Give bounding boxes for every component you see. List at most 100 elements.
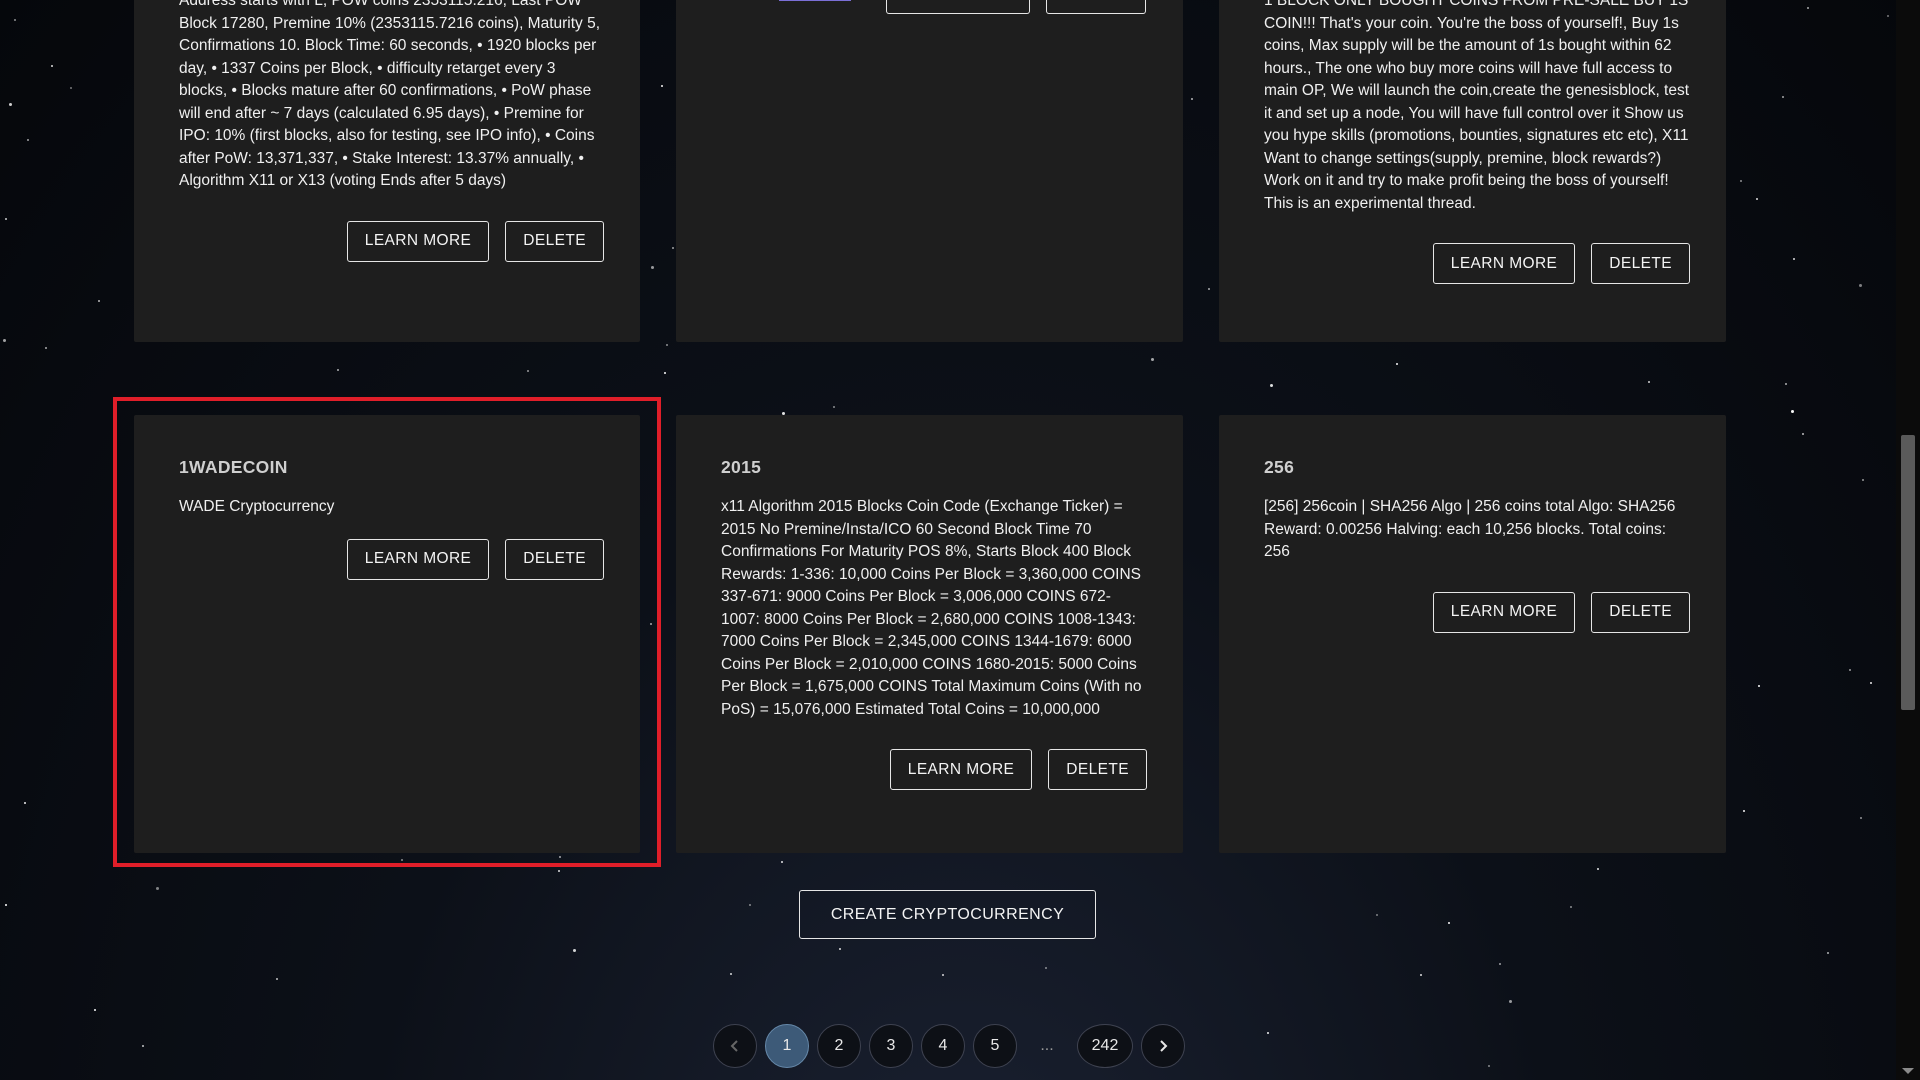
page-button-2[interactable]: 2 [817,1024,861,1068]
star [1793,258,1795,260]
star [276,978,278,980]
star [573,949,576,952]
star [1509,1000,1512,1003]
star [672,247,674,249]
star [1448,922,1450,924]
page-button-last[interactable]: 242 [1077,1024,1133,1068]
star [1859,284,1862,287]
learn-more-button[interactable]: LEARN MORE [889,749,1033,790]
star [527,370,529,372]
star [9,103,12,106]
star [781,861,783,863]
star [1758,685,1760,687]
scrollbar-thumb[interactable] [1901,435,1915,710]
star [27,139,29,141]
card-title: 256 [1264,457,1295,477]
crypto-card-top-right: 1 BLOCK ONLY BOUGHT COINS FROM PRE-SALE … [1219,0,1726,342]
delete-button[interactable]: DELETE [1591,243,1690,284]
star [839,948,841,950]
star [1191,98,1193,100]
delete-button[interactable]: DELETE [1591,591,1690,633]
star [5,218,7,220]
page-button-1[interactable]: 1 [765,1024,809,1068]
star [1807,7,1809,9]
star [337,369,339,371]
learn-more-button[interactable] [886,0,1030,14]
star [45,347,47,349]
star [1849,669,1851,671]
star [749,904,751,906]
star [1420,974,1422,976]
star [1740,180,1742,182]
pagination-ellipsis: ... [1040,1037,1054,1054]
page-button-3[interactable]: 3 [869,1024,913,1068]
star [1887,15,1889,17]
star [5,904,7,906]
crypto-card-top-left: Address starts with L, POW coins 2353115… [134,0,640,342]
star [1396,363,1398,365]
star [833,406,835,408]
star [730,973,732,975]
delete-button[interactable]: DELETE [1048,749,1147,790]
pagination: 1 2 3 4 5 ... 242 [713,1023,1185,1069]
learn-more-button[interactable]: LEARN MORE [346,220,490,262]
star [1151,358,1154,361]
star [70,87,72,89]
star [1045,967,1047,969]
crypto-card-256: 256 [256] 256coin | SHA256 Algo | 256 co… [1219,415,1726,853]
star [1488,1065,1490,1067]
crypto-card-top-middle [676,0,1183,342]
star [1827,952,1829,954]
star [1499,963,1501,965]
star [3,339,6,342]
star [1597,868,1599,870]
star [98,300,100,302]
star [14,19,16,21]
star [1870,682,1872,684]
delete-button[interactable] [1046,0,1146,14]
chevron-right-icon [1160,1040,1168,1052]
star [664,372,666,374]
star [1860,817,1862,819]
card-description: Address starts with L, POW coins 2353115… [179,0,601,189]
star [1785,383,1787,385]
star [942,974,944,976]
star [661,85,663,87]
accent-bar [779,0,851,1]
scroll-down-arrow-icon[interactable] [1902,1068,1914,1074]
page-button-5[interactable]: 5 [973,1024,1017,1068]
vertical-scrollbar[interactable] [1896,0,1920,1080]
star [1267,1032,1269,1034]
star [142,1045,144,1047]
card-description: 1 BLOCK ONLY BOUGHT COINS FROM PRE-SALE … [1264,0,1690,212]
star [1208,288,1210,290]
star [651,266,654,269]
selection-highlight-box [113,397,661,867]
star [1862,479,1864,481]
page-button-4[interactable]: 4 [921,1024,965,1068]
card-title: 2015 [721,457,762,477]
star [24,802,26,804]
learn-more-button[interactable]: LEARN MORE [1432,243,1576,284]
star [1648,381,1650,383]
star [1802,433,1804,435]
star [51,65,53,67]
star [1570,906,1572,908]
star [1782,96,1784,98]
star [558,870,560,872]
star [156,887,159,890]
learn-more-button[interactable]: LEARN MORE [1432,591,1576,633]
crypto-card-2015: 2015 x11 Algorithm 2015 Blocks Coin Code… [676,415,1183,853]
card-description: x11 Algorithm 2015 Blocks Coin Code (Exc… [721,498,1142,718]
delete-button[interactable]: DELETE [505,220,604,262]
chevron-left-icon [730,1040,738,1052]
previous-page-button[interactable] [713,1024,757,1068]
star [1270,384,1273,387]
card-description: [256] 256coin | SHA256 Algo | 256 coins … [1264,498,1676,560]
next-page-button[interactable] [1141,1024,1185,1068]
star [1756,198,1758,200]
create-cryptocurrency-button[interactable]: CREATE CRYPTOCURRENCY [799,890,1096,939]
star [94,1009,96,1011]
star [666,344,668,346]
star [1376,914,1378,916]
